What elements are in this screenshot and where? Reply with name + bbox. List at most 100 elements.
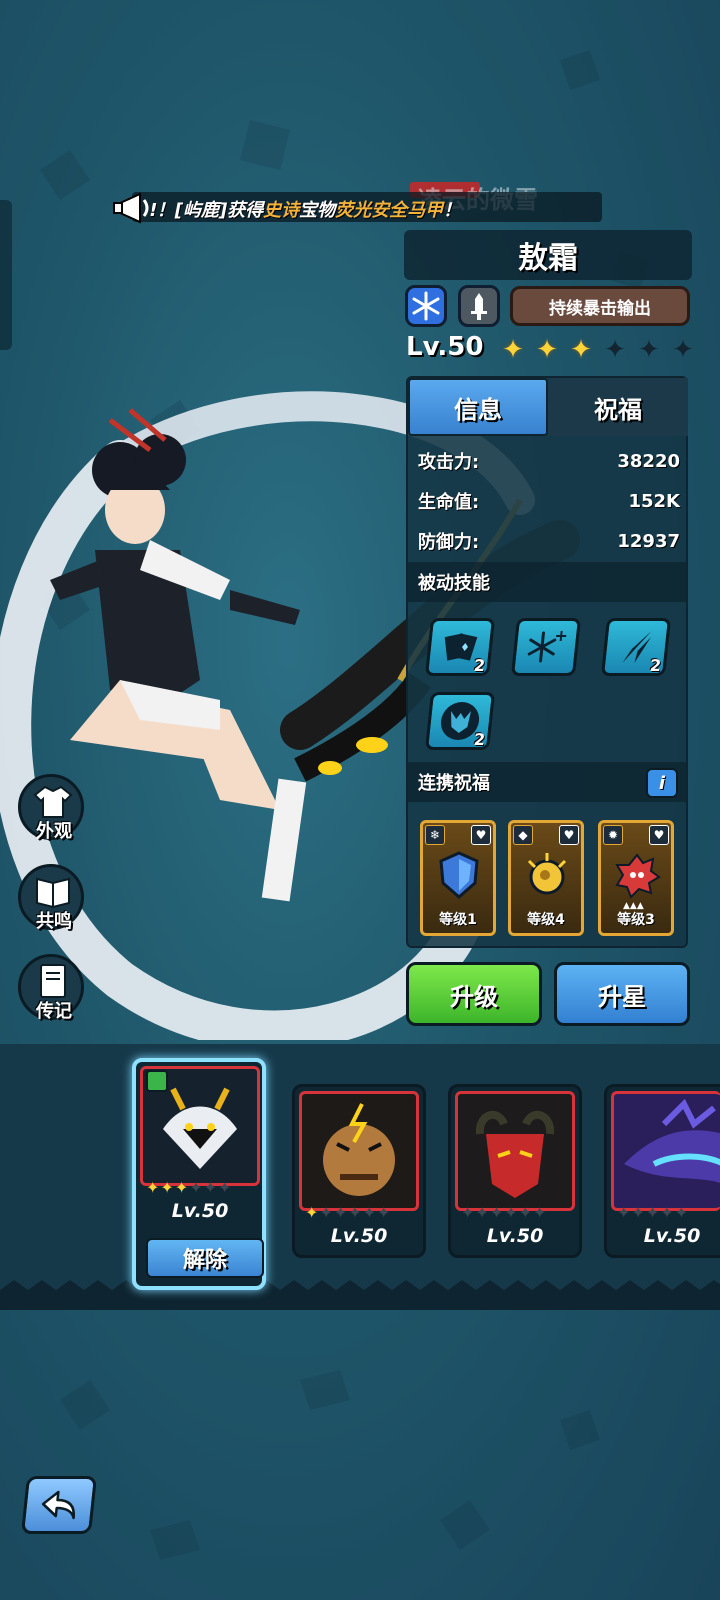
stat-value: 12937 — [617, 530, 680, 552]
roster-card[interactable]: ✦ ✦ ✦ ✦ ✦ ✦ Lv.50 — [448, 1084, 582, 1258]
hero-portrait — [611, 1091, 720, 1211]
star-empty-icon: ✦ — [518, 1203, 533, 1222]
star-empty-icon: ✦ — [333, 1203, 348, 1222]
announcement-mid2: 宝物 — [299, 200, 336, 221]
stat-value: 152K — [628, 490, 680, 512]
roster-card[interactable]: ✦ ✦ ✦ ✦ ✦ ✦ Lv.50 — [292, 1084, 426, 1258]
star-filled-icon: ✦ — [305, 1203, 319, 1222]
stat-row-attack: 攻击力: 38220 — [418, 446, 680, 476]
bless-card[interactable]: ✹ ♥ ▲▲▲ 等级3 — [598, 820, 674, 936]
announcement-mid1: ]获得 — [218, 200, 264, 221]
star-empty-icon: ✦ — [461, 1203, 475, 1222]
star-empty-icon: ✦ — [319, 1203, 333, 1222]
announcement-item: 荧光安全马甲 — [335, 200, 444, 221]
appearance-button[interactable]: 外观 — [18, 774, 84, 842]
back-button[interactable] — [20, 1476, 98, 1534]
star-empty-icon: ✦ — [617, 1203, 631, 1222]
roster-card[interactable]: ✦ ✦ ✦ ✦ ✦ Lv.50 — [604, 1084, 720, 1258]
roster-level: Lv.50 — [643, 1225, 701, 1247]
skill-level: 2 — [472, 656, 487, 675]
star-filled-icon: ✦ — [160, 1178, 174, 1197]
star-empty-icon: ✦ — [189, 1178, 203, 1197]
stat-value: 38220 — [617, 450, 680, 472]
roster-card-selected[interactable]: ✦ ✦ ✦ ✦ ✦ ✦ Lv.50 解除 — [132, 1058, 266, 1290]
bless-card[interactable]: ❄ ♥ 等级1 — [420, 820, 496, 936]
star-empty-icon: ✦ — [218, 1178, 232, 1197]
roster-stars: ✦ ✦ ✦ ✦ ✦ ✦ — [305, 1203, 390, 1222]
star-empty-icon: ✦ — [533, 1203, 547, 1222]
hero-star-rating: ✦ ✦ ✦ ✦ ✦ ✦ — [498, 336, 698, 364]
biography-button[interactable]: 传记 — [18, 954, 84, 1022]
hero-name-box: 敖霜 — [404, 230, 692, 280]
skill-dragon-icon[interactable]: 2 — [424, 692, 496, 750]
bless-card-level: 等级4 — [527, 912, 565, 928]
star-filled-icon: ✦ — [174, 1178, 189, 1197]
skill-card-icon[interactable]: 2 — [424, 618, 496, 676]
link-bless-header: 连携祝福 i — [408, 762, 686, 802]
element-mini-icon: ✹ — [603, 825, 623, 845]
upgrade-button[interactable]: 升级 — [406, 962, 542, 1026]
shirt-icon — [33, 785, 73, 818]
hero-level: Lv.50 — [406, 332, 484, 362]
star-up-button[interactable]: 升星 — [554, 962, 690, 1026]
tab-bless[interactable]: 祝福 — [548, 378, 688, 436]
announcement-rarity: 史诗 — [263, 200, 300, 221]
shield-icon — [439, 851, 479, 899]
skill-level: 2 — [472, 730, 487, 749]
announcement-banner: ǃ！[屿鹿]获得史诗宝物荧光安全马甲！ — [112, 186, 632, 230]
announcement-text: ǃ！[屿鹿]获得史诗宝物荧光安全马甲！ — [150, 196, 461, 222]
star-empty-icon: ✦ — [203, 1178, 218, 1197]
hero-portrait — [299, 1091, 419, 1211]
bless-card-level: 等级1 — [439, 912, 477, 928]
passive-skills-header: 被动技能 — [408, 562, 686, 602]
hero-portrait — [455, 1091, 575, 1211]
hero-info-panel: 信息 祝福 攻击力: 38220 生命值: 152K 防御力: 12937 被动… — [406, 376, 688, 948]
star-filled-icon: ✦ — [502, 335, 524, 365]
star-empty-icon: ✦ — [377, 1203, 391, 1222]
announcement-player: 屿鹿 — [182, 200, 219, 221]
star-empty-icon: ✦ — [645, 1203, 660, 1222]
resonance-button[interactable]: 共鸣 — [18, 864, 84, 932]
info-button[interactable]: i — [646, 768, 678, 798]
element-mini-icon: ◆ — [513, 825, 533, 845]
tab-info[interactable]: 信息 — [408, 378, 548, 436]
roster-stars: ✦ ✦ ✦ ✦ ✦ ✦ — [146, 1178, 231, 1197]
star-empty-icon: ✦ — [348, 1203, 362, 1222]
star-empty-icon: ✦ — [631, 1203, 645, 1222]
side-menu-label: 外观 — [36, 821, 72, 842]
star-empty-icon: ✦ — [362, 1203, 377, 1222]
coin-icon — [527, 853, 567, 895]
skill-snowflakes-icon[interactable] — [510, 618, 582, 676]
stat-label: 攻击力: — [418, 452, 480, 473]
star-filled-icon: ✦ — [570, 335, 592, 365]
stat-row-defense: 防御力: 12937 — [418, 526, 680, 556]
side-drawer-handle[interactable] — [0, 200, 12, 350]
side-menu-label: 传记 — [36, 1001, 72, 1022]
star-empty-icon: ✦ — [504, 1203, 518, 1222]
remove-button[interactable]: 解除 — [146, 1238, 264, 1278]
side-menu-label: 共鸣 — [36, 911, 72, 932]
star-empty-icon: ✦ — [660, 1203, 674, 1222]
deploy-badge-icon — [146, 1070, 168, 1092]
star-empty-icon: ✦ — [489, 1203, 504, 1222]
stat-row-hp: 生命值: 152K — [418, 486, 680, 516]
star-empty-icon: ✦ — [672, 335, 694, 365]
skill-shard-icon[interactable]: 2 — [600, 618, 672, 676]
demon-icon — [615, 853, 661, 899]
roster-level: Lv.50 — [486, 1225, 544, 1247]
bless-card-level: 等级3 — [617, 912, 655, 928]
star-filled-icon: ✦ — [536, 335, 558, 365]
roster-level: Lv.50 — [330, 1225, 388, 1247]
roster-level: Lv.50 — [171, 1200, 229, 1222]
snowflake-icon[interactable] — [405, 285, 447, 327]
bless-card[interactable]: ◆ ♥ 等级4 — [508, 820, 584, 936]
hero-role-tag: 持续暴击输出 — [510, 286, 690, 326]
element-mini-icon: ❄ — [425, 825, 445, 845]
sword-icon[interactable] — [458, 285, 500, 327]
announcement-prefix: ǃ！[ — [150, 200, 183, 221]
star-empty-icon: ✦ — [674, 1203, 689, 1222]
roster-edge — [0, 1280, 720, 1310]
roster-stars: ✦ ✦ ✦ ✦ ✦ ✦ — [461, 1203, 546, 1222]
announcement-suffix: ！ — [443, 200, 462, 221]
stat-label: 生命值: — [418, 492, 480, 513]
